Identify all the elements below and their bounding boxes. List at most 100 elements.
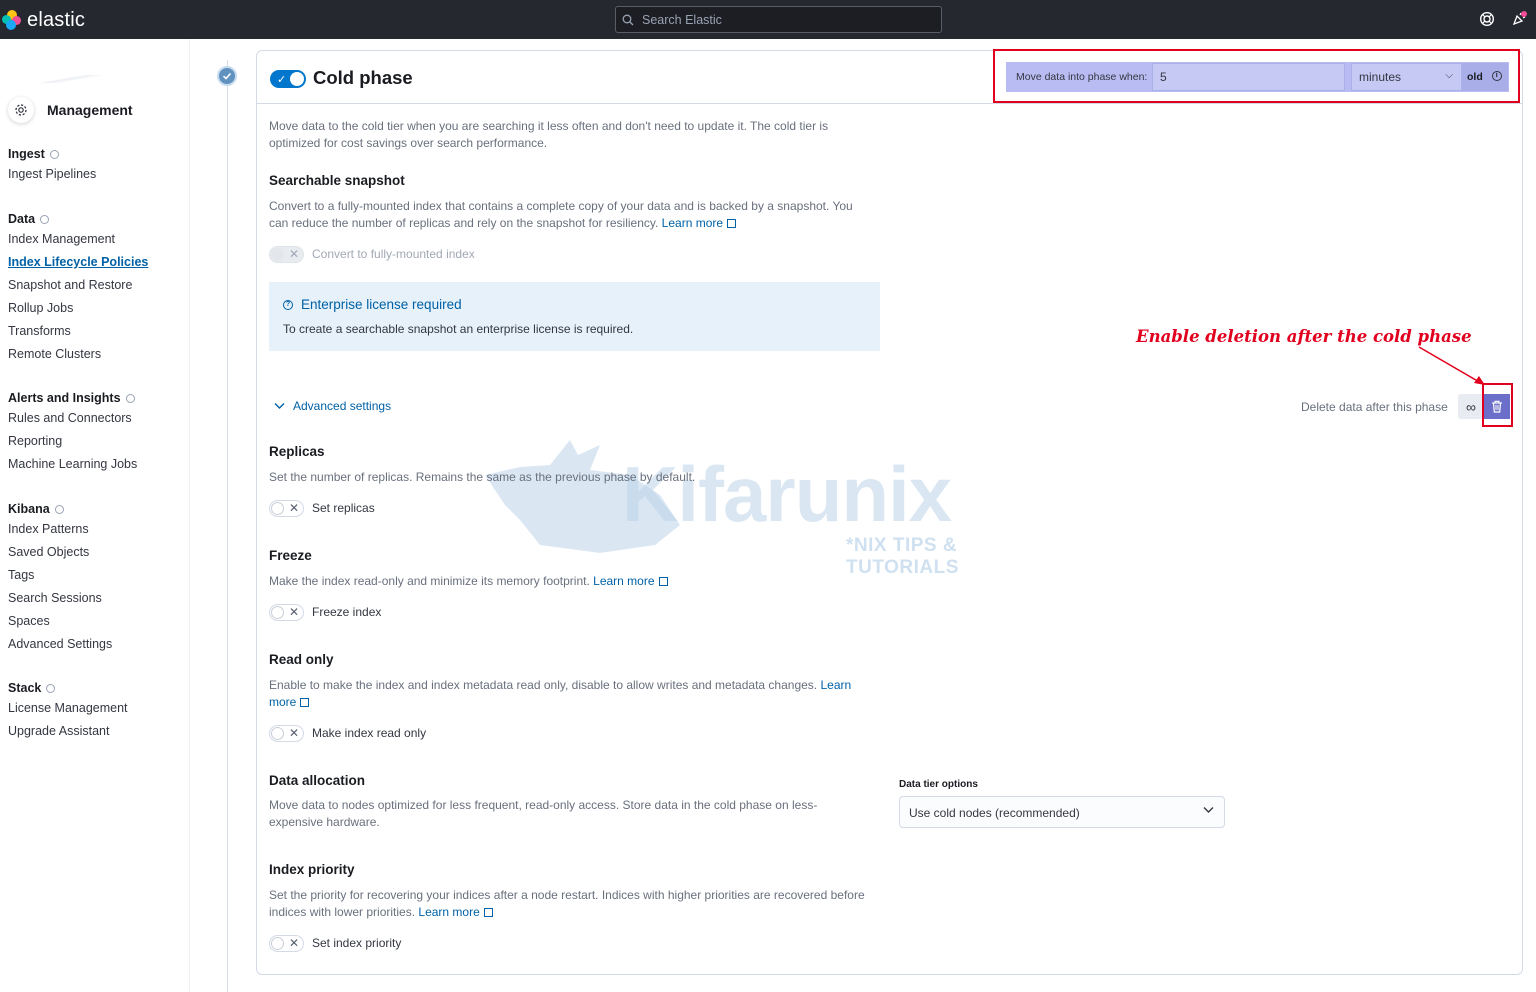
replicas-title: Replicas: [269, 444, 325, 459]
news-feed-icon[interactable]: [1511, 11, 1527, 27]
data-tier-selected: Use cold nodes (recommended): [909, 806, 1080, 820]
sidebar-item-saved-objects[interactable]: Saved Objects: [8, 541, 112, 564]
info-icon: [54, 504, 64, 514]
brand-name: elastic: [27, 8, 86, 31]
sidebar-item-index-management[interactable]: Index Management: [8, 228, 148, 251]
search-placeholder: Search Elastic: [642, 12, 722, 27]
info-icon: [40, 214, 50, 224]
group-label-stack: Stack: [8, 681, 42, 695]
sidebar-item-reporting[interactable]: Reporting: [8, 430, 137, 453]
learn-more-link-cont[interactable]: more: [269, 695, 296, 709]
advanced-settings-label: Advanced settings: [293, 399, 392, 413]
sidebar-item-spaces[interactable]: Spaces: [8, 610, 112, 633]
replicas-desc: Set the number of replicas. Remains the …: [269, 470, 696, 484]
learn-more-link[interactable]: Learn more: [593, 574, 654, 588]
group-label-ingest: Ingest: [8, 147, 45, 161]
help-icon[interactable]: [1479, 11, 1495, 27]
enterprise-license-callout: ? Enterprise license required To create …: [269, 282, 880, 351]
external-link-icon: [483, 908, 493, 917]
read-only-desc-line-1: Enable to make the index and index metad…: [269, 677, 851, 694]
sidebar-group-data: Data Index Management Index Lifecycle Po…: [8, 210, 148, 366]
sidebar-item-rules-and-connectors[interactable]: Rules and Connectors: [8, 407, 137, 430]
external-link-icon: [727, 219, 737, 228]
phase-title: Cold phase: [313, 67, 413, 88]
replicas-toggle[interactable]: ✕: [269, 500, 304, 517]
freeze-toggle[interactable]: ✕: [269, 604, 304, 621]
learn-more-link[interactable]: Learn: [820, 678, 851, 692]
sidebar-group-alerts: Alerts and Insights Rules and Connectors…: [8, 389, 137, 476]
phase-enabled-toggle[interactable]: ✓: [270, 70, 306, 88]
annotation-arrow: [1418, 346, 1485, 385]
sidebar-group-ingest: Ingest Ingest Pipelines: [8, 145, 96, 186]
sidebar-item-transforms[interactable]: Transforms: [8, 320, 148, 343]
sidebar-divider: [0, 75, 135, 83]
learn-more-link[interactable]: Learn more: [418, 905, 479, 919]
chevron-down-icon: [274, 403, 285, 409]
search-icon: [622, 14, 634, 25]
check-icon: [217, 66, 237, 86]
advanced-settings-toggle[interactable]: Advanced settings: [274, 399, 391, 413]
top-header: elastic Search Elastic: [0, 0, 1536, 39]
management-heading: Management: [8, 97, 133, 123]
info-icon: [46, 683, 56, 693]
sidebar-item-tags[interactable]: Tags: [8, 564, 112, 587]
sidebar-item-machine-learning-jobs[interactable]: Machine Learning Jobs: [8, 453, 137, 476]
check-icon: ✓: [277, 74, 287, 86]
index-priority-desc: indices with lower priorities.: [269, 905, 416, 919]
index-priority-toggle-label: Set index priority: [312, 936, 402, 950]
phase-description-line-2: optimized for cost savings over search p…: [269, 136, 548, 150]
delete-phase-label: Delete data after this phase: [1301, 400, 1448, 414]
group-label-data: Data: [8, 212, 36, 226]
phase-description-line-1: Move data to the cold tier when you are …: [269, 119, 829, 133]
data-allocation-title: Data allocation: [269, 773, 366, 788]
index-priority-title: Index priority: [269, 862, 355, 877]
sidebar-item-snapshot-and-restore[interactable]: Snapshot and Restore: [8, 274, 148, 297]
info-icon: [49, 149, 59, 159]
read-only-desc-line-2: more: [269, 694, 310, 711]
read-only-title: Read only: [269, 652, 334, 667]
delete-button-highlight: [1482, 383, 1513, 427]
data-tier-options-label: Data tier options: [899, 779, 978, 790]
sidebar-item-license-management[interactable]: License Management: [8, 697, 128, 720]
freeze-toggle-label: Freeze index: [312, 605, 382, 619]
management-title: Management: [47, 102, 133, 118]
sidebar-item-search-sessions[interactable]: Search Sessions: [8, 587, 112, 610]
cold-phase-panel: ✓ Cold phase: [256, 50, 1523, 975]
sidebar-item-index-lifecycle-policies[interactable]: Index Lifecycle Policies: [8, 251, 148, 274]
sidebar-item-advanced-settings[interactable]: Advanced Settings: [8, 633, 112, 656]
index-priority-desc-line-1: Set the priority for recovering your ind…: [269, 888, 865, 902]
sidebar-item-upgrade-assistant[interactable]: Upgrade Assistant: [8, 720, 128, 743]
sidebar-item-rollup-jobs[interactable]: Rollup Jobs: [8, 297, 148, 320]
read-only-toggle[interactable]: ✕: [269, 725, 304, 742]
sidebar-item-index-patterns[interactable]: Index Patterns: [8, 518, 112, 541]
group-label-kibana: Kibana: [8, 502, 50, 516]
searchable-snapshot-desc-line-2: can reduce the number of replicas and re…: [269, 215, 737, 232]
learn-more-link[interactable]: Learn more: [662, 216, 723, 230]
searchable-snapshot-desc-line-1: Convert to a fully-mounted index that co…: [269, 199, 853, 213]
sidebar-item-remote-clusters[interactable]: Remote Clusters: [8, 343, 148, 366]
phase-timeline: [227, 60, 228, 992]
search-input[interactable]: Search Elastic: [615, 6, 942, 33]
callout-text: To create a searchable snapshot an enter…: [283, 322, 634, 336]
freeze-desc-row: Make the index read-only and minimize it…: [269, 573, 668, 590]
read-only-toggle-label: Make index read only: [312, 726, 427, 740]
replicas-toggle-label: Set replicas: [312, 501, 375, 515]
searchable-snapshot-toggle-label: Convert to fully-mounted index: [312, 247, 475, 261]
data-allocation-desc-line-1: Move data to nodes optimized for less fr…: [269, 798, 818, 812]
read-only-desc: Enable to make the index and index metad…: [269, 678, 818, 692]
data-tier-select[interactable]: Use cold nodes (recommended): [899, 796, 1225, 828]
sidebar: Management Ingest Ingest Pipelines Data …: [0, 39, 190, 992]
elastic-logo[interactable]: elastic: [2, 9, 85, 31]
external-link-icon: [300, 698, 310, 707]
infinity-icon[interactable]: ∞: [1458, 394, 1484, 419]
group-label-alerts: Alerts and Insights: [8, 391, 121, 405]
sidebar-item-ingest-pipelines[interactable]: Ingest Pipelines: [8, 163, 96, 186]
index-priority-desc-line-2: indices with lower priorities. Learn mor…: [269, 904, 493, 921]
data-allocation-desc-line-2: expensive hardware.: [269, 815, 380, 829]
searchable-snapshot-toggle[interactable]: ✕: [269, 246, 304, 263]
index-priority-toggle[interactable]: ✕: [269, 935, 304, 952]
freeze-desc: Make the index read-only and minimize it…: [269, 574, 590, 588]
elastic-logo-icon: [2, 10, 22, 30]
gear-icon: [8, 97, 34, 123]
callout-title: ? Enterprise license required: [283, 297, 462, 312]
